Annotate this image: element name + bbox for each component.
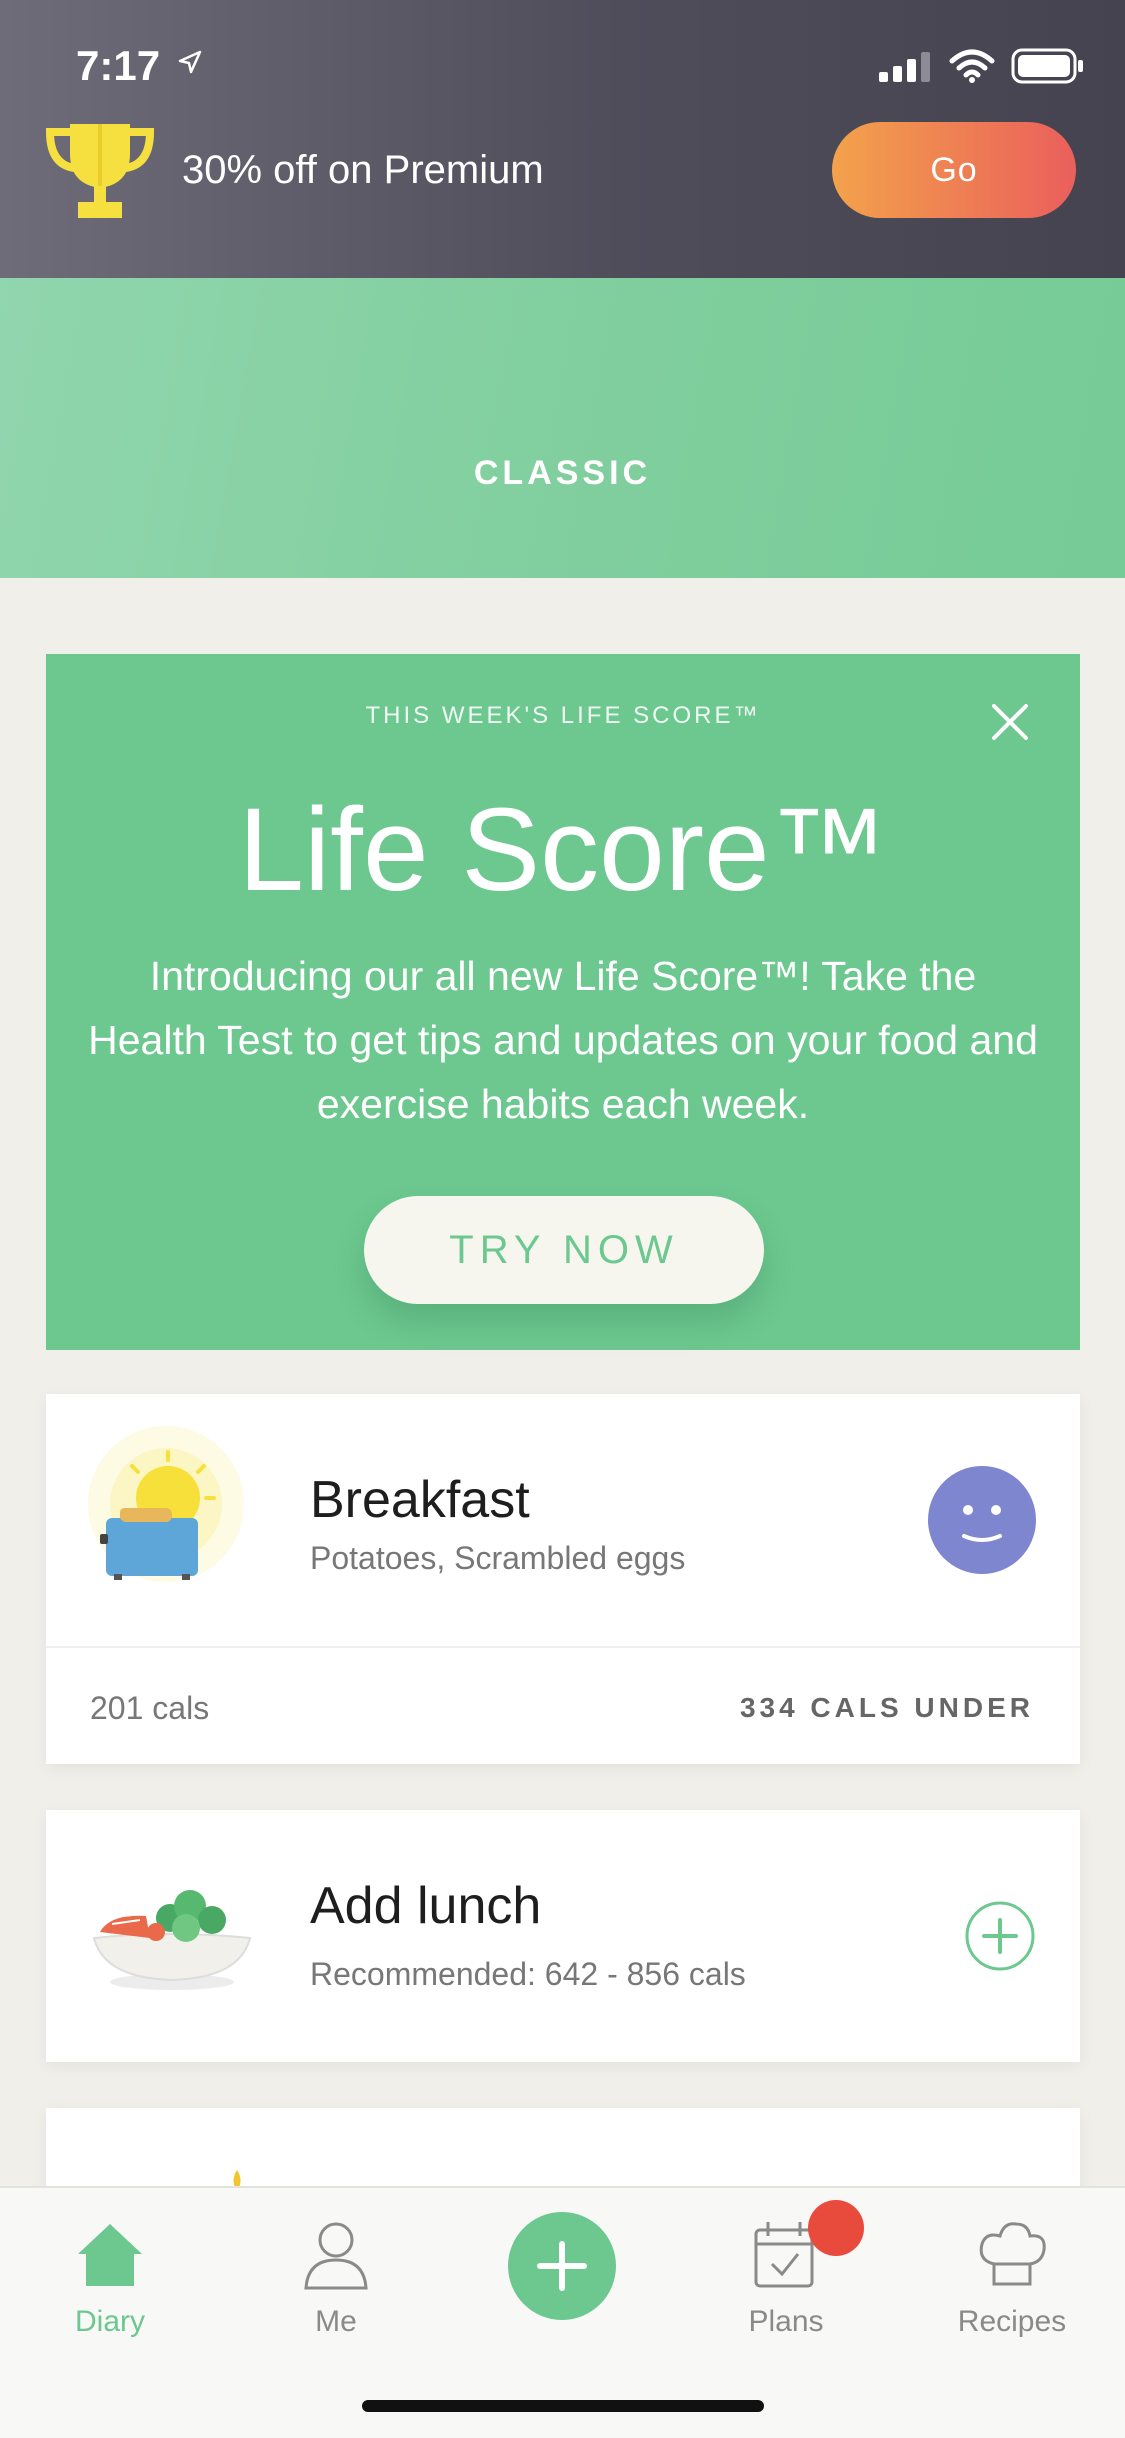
go-button[interactable]: Go bbox=[832, 122, 1076, 218]
home-icon bbox=[78, 2224, 142, 2286]
meal-title: Breakfast bbox=[310, 1471, 530, 1529]
status-time: 7:17 bbox=[76, 42, 161, 89]
plus-icon bbox=[537, 2241, 587, 2291]
calorie-status: 334 CALS UNDER bbox=[739, 1692, 1034, 1723]
location-arrow-icon bbox=[178, 50, 202, 74]
status-icons bbox=[879, 48, 1085, 84]
program-header: CLASSIC bbox=[0, 278, 1125, 578]
divider bbox=[46, 1646, 1080, 1648]
tab-label: Me bbox=[315, 2305, 357, 2338]
toaster-sun-icon bbox=[88, 1426, 244, 1582]
signal-icon bbox=[879, 52, 930, 82]
tab-diary[interactable]: Diary bbox=[30, 2214, 190, 2339]
meal-recommendation: Recommended: 642 - 856 cals bbox=[310, 1956, 746, 1992]
program-label: CLASSIC bbox=[473, 454, 652, 492]
trophy-icon bbox=[45, 124, 155, 218]
lunch-card[interactable]: Add lunch Recommended: 642 - 856 cals bbox=[46, 1810, 1080, 2062]
life-score-description: Introducing our all new Life Score™! Tak… bbox=[88, 953, 1038, 1127]
tab-label: Recipes bbox=[957, 2305, 1067, 2338]
tab-me[interactable]: Me bbox=[256, 2214, 416, 2339]
person-icon bbox=[304, 2222, 368, 2290]
add-meal-icon[interactable] bbox=[964, 1900, 1036, 1972]
battery-icon bbox=[1011, 48, 1083, 84]
promo-header: 7:17 30% off on Premium Go bbox=[0, 0, 1125, 280]
life-score-kicker: THIS WEEK'S LIFE SCORE™ bbox=[365, 702, 761, 729]
meal-title: Add lunch bbox=[310, 1877, 542, 1935]
home-indicator bbox=[362, 2400, 764, 2412]
tab-recipes[interactable]: Recipes bbox=[932, 2214, 1092, 2339]
promo-text: 30% off on Premium bbox=[182, 148, 544, 192]
tab-label: Plans bbox=[748, 2305, 824, 2338]
tab-label: Diary bbox=[74, 2305, 145, 2338]
life-score-card: THIS WEEK'S LIFE SCORE™ Life Score™ Intr… bbox=[46, 654, 1080, 1350]
meal-calories: 201 cals bbox=[90, 1690, 210, 1726]
close-icon[interactable] bbox=[986, 698, 1034, 746]
chef-hat-icon bbox=[979, 2222, 1046, 2286]
notification-badge bbox=[808, 2200, 864, 2256]
salad-bowl-icon bbox=[92, 1890, 252, 1990]
breakfast-card[interactable]: Breakfast Potatoes, Scrambled eggs 201 c… bbox=[46, 1394, 1080, 1764]
add-entry-button[interactable] bbox=[508, 2212, 616, 2320]
wifi-icon bbox=[949, 49, 995, 83]
smiley-icon[interactable] bbox=[928, 1466, 1036, 1574]
life-score-title: Life Score™ bbox=[238, 784, 888, 916]
meal-items: Potatoes, Scrambled eggs bbox=[310, 1540, 686, 1576]
try-now-button[interactable]: TRY NOW bbox=[364, 1196, 764, 1304]
header-arc bbox=[0, 278, 1125, 578]
